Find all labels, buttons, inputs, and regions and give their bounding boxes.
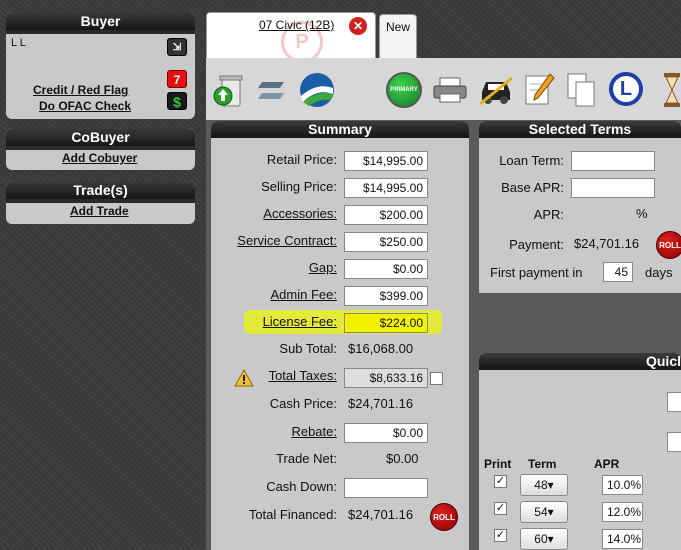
first-payment-days-field[interactable]: 45	[603, 262, 633, 282]
buyer-panel: Buyer L L ⇲ 7 $ Credit / Red Flag Do OFA…	[6, 12, 195, 119]
cobuyer-title: CoBuyer	[6, 128, 195, 146]
selected-terms-title: Selected Terms	[479, 121, 681, 138]
tab-vehicle[interactable]: P 07 Civic (12B) ✕	[206, 12, 376, 63]
roll-payment-button[interactable]: ROLL	[656, 231, 681, 259]
add-cobuyer-link[interactable]: Add Cobuyer	[62, 151, 137, 165]
print-checkbox[interactable]: ✓	[494, 502, 507, 515]
summary-panel: Summary	[211, 121, 469, 550]
quick-field-1[interactable]	[667, 392, 681, 412]
apr-field[interactable]: 10.0%	[602, 475, 643, 495]
cash-price-value: $24,701.16	[348, 396, 414, 411]
road-globe-icon[interactable]	[299, 72, 334, 107]
apr-field[interactable]: 12.0%	[602, 502, 643, 522]
base-apr-label: Base APR:	[501, 180, 564, 195]
summary-title: Summary	[211, 121, 469, 138]
rebate-link[interactable]: Rebate:	[291, 424, 337, 439]
print-column-header: Print	[484, 457, 512, 471]
warning-icon	[234, 368, 254, 387]
cash-down-field[interactable]	[344, 478, 428, 498]
term-column-header: Term	[528, 457, 557, 471]
divider	[6, 199, 195, 203]
term-value: 60	[534, 532, 548, 546]
service-contract-field[interactable]: $250.00	[344, 232, 428, 252]
term-value: 48	[534, 478, 548, 492]
edit-buyer-icon[interactable]: ⇲	[167, 38, 187, 56]
accessories-field[interactable]: $200.00	[344, 205, 428, 225]
loan-term-label: Loan Term:	[499, 153, 564, 168]
selling-price-field[interactable]: $14,995.00	[344, 178, 428, 198]
apr-label: APR:	[533, 207, 564, 222]
ofac-check-link[interactable]: Do OFAC Check	[39, 99, 131, 113]
term-dropdown[interactable]: 60▾	[520, 528, 568, 550]
taxes-override-checkbox[interactable]	[430, 372, 443, 385]
tab-label: 07 Civic (12B)	[259, 18, 335, 32]
l-button[interactable]: L	[609, 72, 643, 106]
cash-down-label: Cash Down:	[266, 479, 337, 494]
printer-icon[interactable]	[432, 76, 467, 110]
license-fee-field[interactable]: $224.00	[344, 313, 428, 333]
retail-price-label: Retail Price:	[266, 152, 337, 167]
trades-panel: Trade(s) Add Trade	[6, 181, 195, 224]
trades-title: Trade(s)	[6, 181, 195, 199]
license-fee-link[interactable]: License Fee:	[263, 314, 337, 329]
cobuyer-panel: CoBuyer Add Cobuyer	[6, 128, 195, 170]
trade-net-label: Trade Net:	[276, 451, 337, 466]
alert-count-badge[interactable]: 7	[167, 70, 187, 88]
gap-field[interactable]: $0.00	[344, 259, 428, 279]
term-dropdown[interactable]: 54▾	[520, 501, 568, 523]
total-financed-label: Total Financed:	[248, 507, 337, 522]
apr-column-header: APR	[594, 457, 620, 471]
copy-documents-icon[interactable]	[564, 72, 598, 107]
transfer-icon[interactable]	[254, 76, 288, 110]
quick-field-2[interactable]	[667, 432, 681, 452]
primary-button[interactable]: PRIMARY	[386, 72, 422, 108]
admin-fee-link[interactable]: Admin Fee:	[271, 287, 337, 302]
loan-term-field[interactable]	[571, 151, 655, 171]
divider	[6, 146, 195, 150]
term-value: 54	[534, 505, 548, 519]
sub-total-value: $16,068.00	[348, 341, 414, 356]
total-financed-value: $24,701.16	[348, 507, 414, 522]
gap-link[interactable]: Gap:	[309, 260, 337, 275]
print-checkbox[interactable]: ✓	[494, 475, 507, 488]
admin-fee-field[interactable]: $399.00	[344, 286, 428, 306]
payment-label: Payment:	[509, 237, 564, 252]
divider	[6, 30, 195, 34]
roll-button[interactable]: ROLL	[430, 503, 458, 531]
buyer-name: L L	[11, 37, 26, 49]
days-label: days	[645, 265, 673, 280]
tab-new-label: New	[386, 20, 411, 34]
payment-value: $24,701.16	[574, 236, 640, 251]
quick-title: Quicl	[479, 353, 681, 370]
selling-price-label: Selling Price:	[261, 179, 337, 194]
pencil-document-icon[interactable]	[522, 72, 556, 106]
buyer-title: Buyer	[6, 12, 195, 30]
toolbar: PRIMARY L	[206, 58, 681, 120]
upload-trash-icon[interactable]	[212, 72, 246, 107]
tab-new[interactable]: New	[379, 14, 417, 58]
first-payment-label: First payment in	[490, 265, 583, 280]
term-dropdown[interactable]: 48▾	[520, 474, 568, 496]
trade-net-value: $0.00	[386, 451, 419, 466]
credit-red-flag-link[interactable]: Credit / Red Flag	[33, 83, 128, 97]
cash-price-label: Cash Price:	[269, 396, 337, 411]
total-taxes-link[interactable]: Total Taxes:	[269, 368, 337, 383]
hourglass-icon[interactable]	[662, 72, 681, 107]
accessories-link[interactable]: Accessories:	[263, 206, 337, 221]
dollar-icon[interactable]: $	[167, 92, 187, 110]
add-trade-link[interactable]: Add Trade	[70, 204, 129, 218]
total-taxes-field: $8,633.16	[344, 368, 428, 388]
rebate-field[interactable]: $0.00	[344, 423, 428, 443]
sub-total-label: Sub Total:	[279, 341, 337, 356]
retail-price-field[interactable]: $14,995.00	[344, 151, 428, 171]
base-apr-field[interactable]	[571, 178, 655, 198]
car-icon[interactable]	[478, 74, 513, 108]
close-tab-icon[interactable]: ✕	[349, 17, 367, 35]
apr-field[interactable]: 14.0%	[602, 529, 643, 549]
quick-panel: Quicl	[479, 353, 681, 550]
service-contract-link[interactable]: Service Contract:	[237, 233, 337, 248]
apr-unit: %	[636, 206, 648, 221]
print-checkbox[interactable]: ✓	[494, 529, 507, 542]
